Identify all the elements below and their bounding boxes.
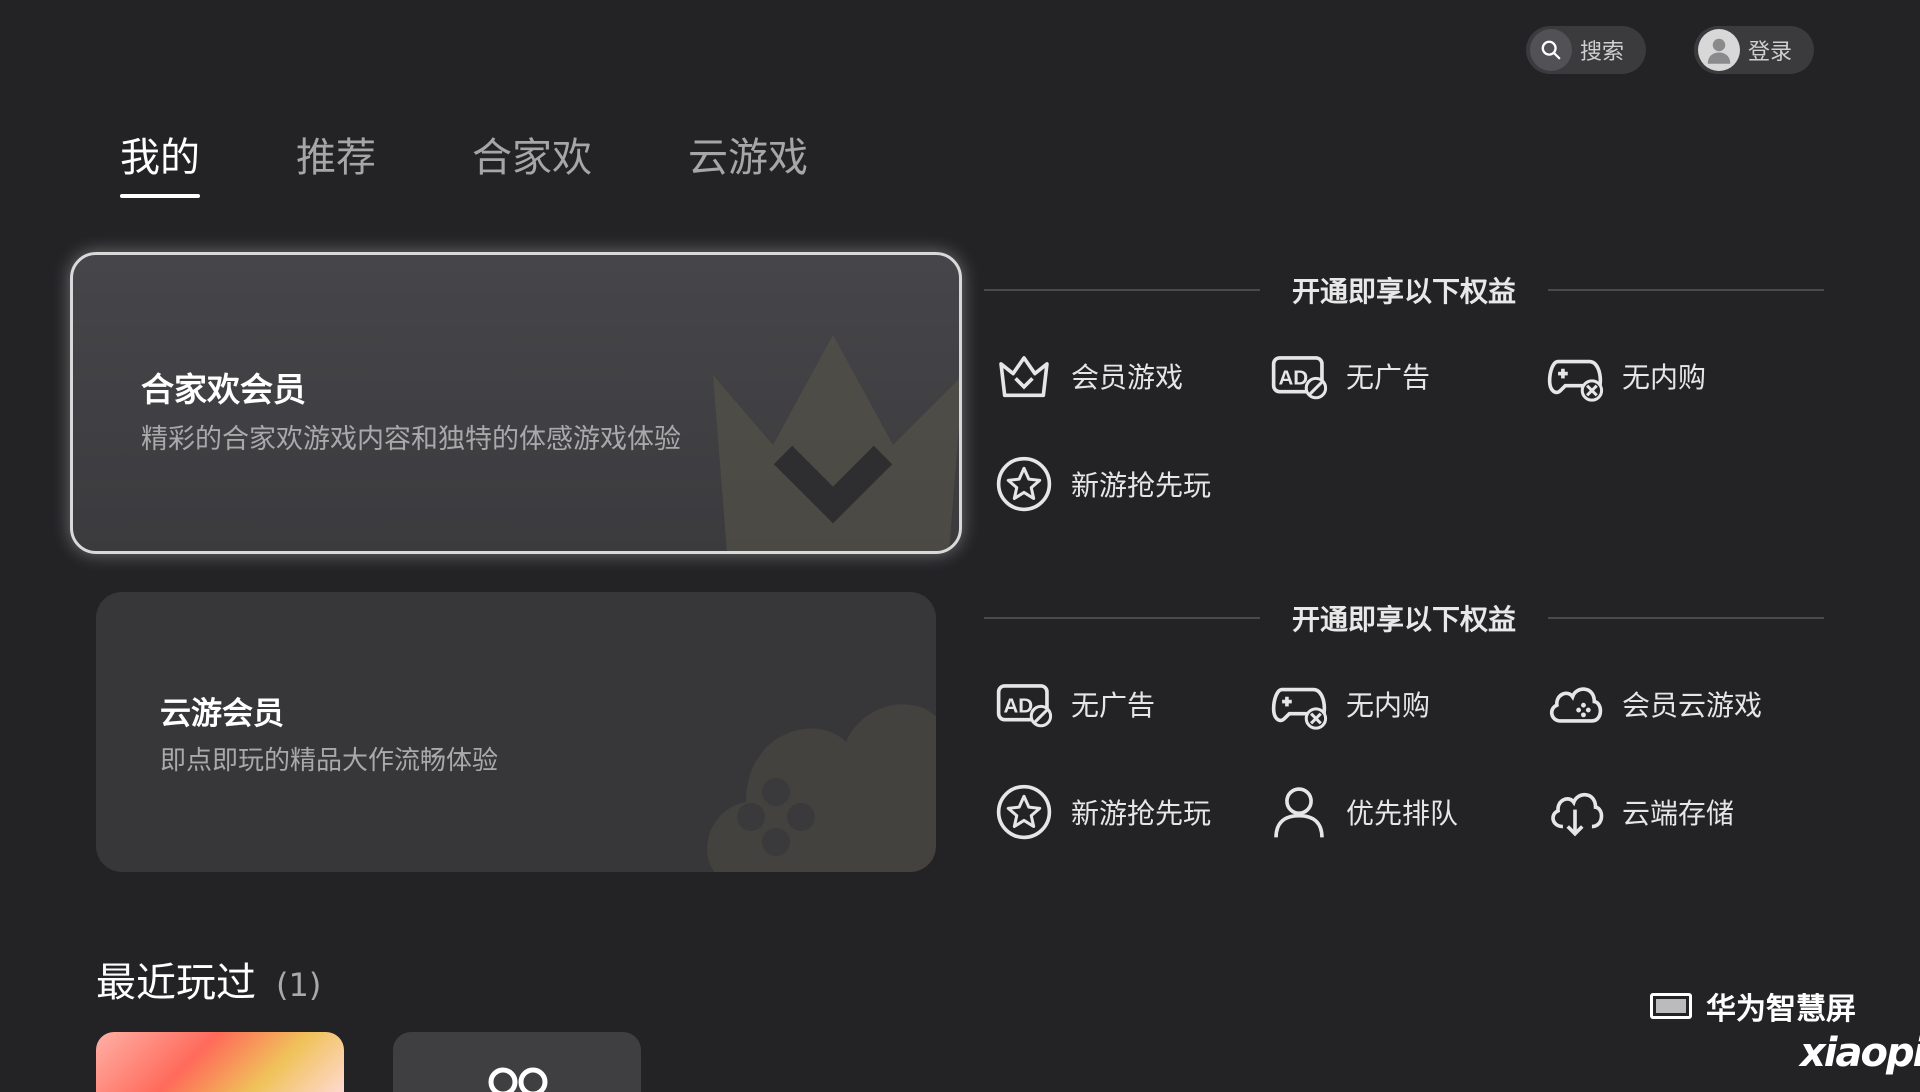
benefit-label: 优先排队 — [1346, 797, 1459, 830]
recent-game-thumbnail[interactable] — [393, 1032, 641, 1092]
benefit-label: 云端存储 — [1622, 797, 1735, 830]
benefit-label: 无内购 — [1346, 689, 1431, 722]
benefit-label: 新游抢先玩 — [1071, 469, 1212, 502]
benefits-header: 开通即享以下权益 — [984, 270, 1825, 310]
benefit-label: 新游抢先玩 — [1071, 797, 1212, 830]
benefit-item: 无内购 — [1270, 675, 1430, 733]
star-icon — [996, 456, 1052, 512]
benefit-item: 无内购 — [1546, 347, 1706, 405]
card-title: 合家欢会员 — [141, 370, 306, 409]
tv-icon — [1650, 993, 1692, 1019]
benefit-label: 无广告 — [1071, 689, 1156, 722]
svg-text:AD: AD — [1278, 366, 1308, 389]
benefit-item: AD 无广告 — [1270, 347, 1430, 405]
tab-bar: 我的 推荐 合家欢 云游戏 — [120, 128, 904, 198]
no-purchase-gamepad-icon — [1547, 359, 1604, 402]
benefit-item: 云端存储 — [1546, 783, 1734, 841]
search-icon — [1530, 29, 1572, 71]
cloud-membership-card[interactable]: 云游会员 即点即玩的精品大作流畅体验 — [96, 592, 936, 872]
login-button[interactable]: 登录 — [1694, 26, 1814, 74]
benefit-label: 无内购 — [1622, 361, 1707, 394]
search-label: 搜索 — [1580, 40, 1625, 65]
tab-mine[interactable]: 我的 — [120, 128, 200, 198]
benefit-label: 会员游戏 — [1071, 361, 1184, 394]
benefits-header-text: 开通即享以下权益 — [1292, 275, 1517, 308]
star-icon — [996, 784, 1052, 840]
benefits-header: 开通即享以下权益 — [984, 598, 1825, 638]
no-ad-icon: AD — [996, 684, 1053, 728]
no-purchase-gamepad-icon — [1271, 687, 1328, 730]
card-subtitle: 即点即玩的精品大作流畅体验 — [160, 746, 499, 776]
tab-cloud-game[interactable]: 云游戏 — [688, 128, 808, 188]
cloud-download-icon — [1551, 792, 1604, 837]
benefit-item: 优先排队 — [1270, 783, 1458, 841]
benefit-item: 新游抢先玩 — [995, 455, 1211, 513]
brand-label: 华为智慧屏 — [1706, 992, 1856, 1027]
no-ad-icon: AD — [1271, 356, 1328, 400]
user-icon — [1274, 787, 1324, 838]
recent-title-text: 最近玩过 — [96, 960, 256, 1006]
card-title: 云游会员 — [160, 696, 284, 732]
brand-logo: 华为智慧屏 — [1650, 984, 1856, 1028]
watermark-logo: xiaopi — [1800, 1030, 1920, 1076]
benefit-item: 新游抢先玩 — [995, 783, 1211, 841]
crown-deco-icon — [713, 335, 959, 551]
benefit-item: AD 无广告 — [995, 675, 1155, 733]
cloud-gamepad-deco-icon — [707, 704, 936, 872]
benefit-item: 会员云游戏 — [1546, 675, 1762, 733]
svg-text:AD: AD — [1003, 694, 1033, 717]
crown-icon — [999, 356, 1049, 398]
recent-count: (1) — [276, 966, 322, 1004]
tab-family[interactable]: 合家欢 — [472, 128, 592, 188]
benefit-label: 无广告 — [1346, 361, 1431, 394]
benefits-header-text: 开通即享以下权益 — [1292, 603, 1517, 636]
tab-recommend[interactable]: 推荐 — [296, 128, 376, 188]
card-subtitle: 精彩的合家欢游戏内容和独特的体感游戏体验 — [141, 424, 681, 455]
benefit-label: 会员云游戏 — [1622, 689, 1763, 722]
family-membership-card[interactable]: 合家欢会员 精彩的合家欢游戏内容和独特的体感游戏体验 — [70, 252, 962, 554]
gamepad-icon — [488, 1067, 548, 1092]
login-label: 登录 — [1748, 40, 1793, 65]
benefit-item: 会员游戏 — [995, 347, 1183, 405]
cloud-gamepad-icon — [1549, 687, 1603, 723]
search-button[interactable]: 搜索 — [1526, 26, 1646, 74]
avatar-icon — [1698, 29, 1740, 71]
recent-section-title: 最近玩过 (1) — [96, 950, 321, 1008]
recent-game-thumbnail[interactable] — [96, 1032, 344, 1092]
